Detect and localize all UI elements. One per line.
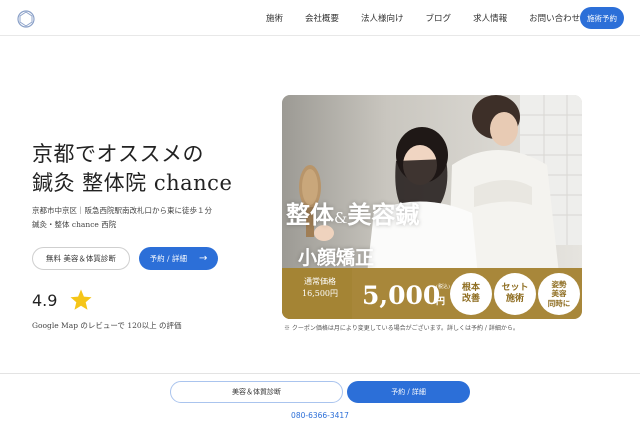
promo-price: 5,000 bbox=[362, 281, 441, 310]
regular-price-label: 通常価格 16,500円 bbox=[290, 276, 350, 300]
arrow-right-icon: → bbox=[198, 253, 208, 264]
reserve-details-button[interactable]: 予約 / 詳細 → bbox=[139, 247, 218, 270]
hero-title-line2: 鍼灸 整体院 chance bbox=[32, 171, 233, 195]
free-diagnosis-button[interactable]: 無料 美容＆体質診断 bbox=[32, 247, 130, 270]
hero-subtitle: 京都市中京区｜阪急西院駅南改札口から東に徒歩１分 鍼灸・整体 chance 西院 bbox=[32, 204, 212, 232]
rating-value: 4.9 bbox=[32, 290, 58, 310]
coupon-note: ※ クーポン価格は月により変更している場合がございます。詳しくは予約 / 詳細か… bbox=[284, 325, 519, 332]
hero-title: 京都でオススメの 鍼灸 整体院 chance bbox=[32, 140, 232, 198]
yen-symbol: 円 bbox=[436, 297, 446, 307]
promo-headline-a: 整体 bbox=[286, 200, 334, 229]
badge-set-treatment: セット 施術 bbox=[494, 273, 536, 315]
promo-banner[interactable]: 整体&美容鍼 小顔矯正 通常価格 16,500円 5,000 (税込) 円 根本… bbox=[282, 95, 582, 319]
hero-title-line1: 京都でオススメの bbox=[32, 142, 204, 166]
badge-text: 美容 bbox=[551, 289, 567, 299]
header-reserve-button[interactable]: 施術予約 bbox=[580, 7, 624, 29]
star-icon bbox=[70, 289, 92, 310]
regular-price-caption: 通常価格 bbox=[304, 277, 336, 286]
badge-text: セット bbox=[501, 283, 529, 293]
nav-item-treatment[interactable]: 施術 bbox=[266, 12, 283, 24]
hero-address: 京都市中京区｜阪急西院駅南改札口から東に徒歩１分 bbox=[32, 206, 212, 215]
hero-clinic-name: 鍼灸・整体 chance 西院 bbox=[32, 220, 117, 229]
footer-diagnosis-button[interactable]: 美容＆体質診断 bbox=[170, 381, 343, 403]
badge-root-improve: 根本 改善 bbox=[450, 273, 492, 315]
badge-text: 姿勢 bbox=[551, 279, 567, 289]
badge-text: 改善 bbox=[461, 294, 480, 304]
sticky-footer: 美容＆体質診断 予約 / 詳細 080-6366-3417 bbox=[0, 373, 640, 430]
badge-text: 施術 bbox=[505, 294, 524, 304]
badge-text: 同時に bbox=[547, 298, 571, 308]
badge-posture-beauty: 姿勢 美容 同時に bbox=[538, 273, 580, 315]
nav-item-corporate[interactable]: 法人様向け bbox=[361, 12, 404, 24]
footer-reserve-button[interactable]: 予約 / 詳細 bbox=[347, 381, 470, 403]
logo-icon[interactable] bbox=[16, 9, 36, 29]
review-text: Google Map のレビューで 120以上 の評価 bbox=[32, 321, 182, 330]
phone-link[interactable]: 080-6366-3417 bbox=[0, 411, 640, 420]
nav-item-contact[interactable]: お問い合わせ bbox=[529, 12, 580, 24]
nav-item-company[interactable]: 会社概要 bbox=[305, 12, 339, 24]
tax-note: (税込) bbox=[436, 284, 450, 290]
promo-headline-b: 美容鍼 bbox=[347, 200, 420, 229]
promo-headline: 整体&美容鍼 bbox=[286, 195, 419, 230]
promo-headline-2: 小顔矯正 bbox=[298, 247, 375, 269]
main-nav: 施術 会社概要 法人様向け ブログ 求人情報 お問い合わせ bbox=[266, 12, 602, 24]
regular-price-value: 16,500円 bbox=[302, 289, 338, 298]
nav-item-blog[interactable]: ブログ bbox=[426, 12, 452, 24]
nav-item-recruit[interactable]: 求人情報 bbox=[473, 12, 507, 24]
rating: 4.9 bbox=[32, 288, 93, 312]
site-header: 施術 会社概要 法人様向け ブログ 求人情報 お問い合わせ 施術予約 bbox=[0, 0, 640, 36]
reserve-details-label: 予約 / 詳細 bbox=[149, 254, 187, 263]
badge-text: 根本 bbox=[461, 283, 480, 293]
promo-headline-amp: & bbox=[334, 209, 348, 227]
